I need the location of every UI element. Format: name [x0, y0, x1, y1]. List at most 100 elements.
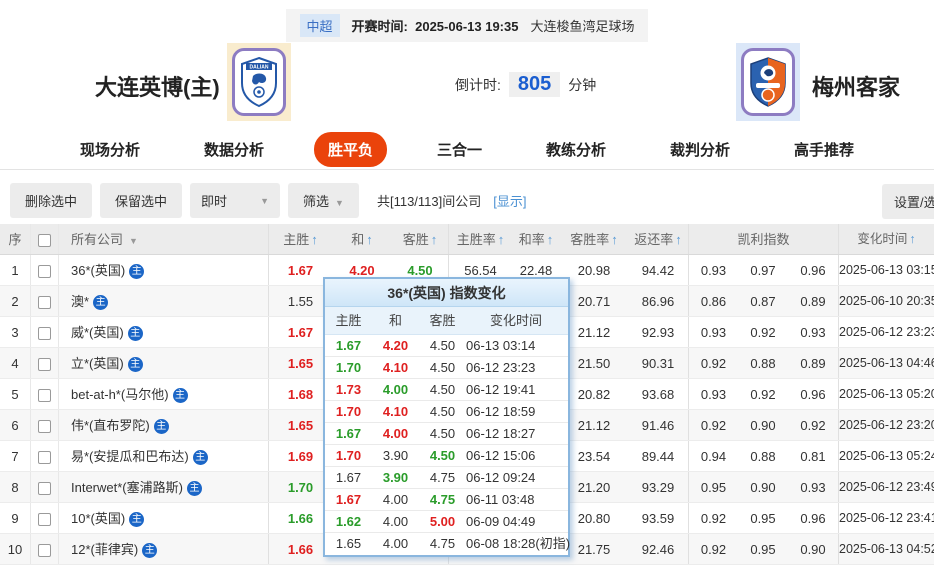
change-time-value: 2025-06-12 23:49: [838, 472, 934, 502]
svg-text:DALIAN: DALIAN: [250, 65, 269, 71]
header-home-odds[interactable]: 主胜 ↑: [268, 224, 332, 254]
row-checkbox-cell: [30, 534, 58, 564]
header-away-odds[interactable]: 客胜 ↑: [392, 224, 448, 254]
chevron-down-icon: ▼: [335, 198, 344, 208]
nav-tab[interactable]: 教练分析: [532, 132, 620, 167]
header-company[interactable]: 所有公司 ▼: [58, 224, 268, 254]
return-rate-value: 89.44: [641, 449, 675, 464]
nav-tab[interactable]: 现场分析: [66, 132, 154, 167]
row-checkbox[interactable]: [38, 513, 51, 527]
home-team-crest-icon: DALIAN: [232, 48, 286, 116]
odds-page: 中超 开赛时间: 2025-06-13 19:35 大连梭鱼湾足球场 大连英博(…: [0, 0, 934, 566]
keep-selected-button[interactable]: 保留选中: [100, 183, 183, 218]
row-checkbox-cell: [30, 317, 58, 347]
row-checkbox-cell: [30, 472, 58, 502]
popup-row: 1.67 4.00 4.75 06-11 03:48: [325, 489, 568, 511]
row-checkbox[interactable]: [38, 358, 51, 372]
row-checkbox[interactable]: [38, 544, 51, 558]
row-checkbox[interactable]: [38, 327, 51, 341]
away-rate-value: 20.98: [577, 263, 611, 278]
kelly-away-value: 0.96: [800, 511, 826, 526]
chevron-down-icon: ▼: [129, 236, 138, 246]
delete-selected-button[interactable]: 删除选中: [10, 183, 93, 218]
header-return-rate[interactable]: 返还率 ↑: [628, 224, 688, 254]
company-cell[interactable]: 威*(英国) 主: [58, 317, 268, 347]
header-draw-odds[interactable]: 和 ↑: [332, 224, 392, 254]
kelly-draw-value: 0.97: [750, 263, 776, 278]
popup-home-odds: 1.70: [335, 360, 362, 375]
countdown: 倒计时: 805 分钟: [455, 72, 596, 97]
filter-dropdown[interactable]: 筛选 ▼: [288, 183, 359, 218]
nav-tab[interactable]: 高手推荐: [780, 132, 868, 167]
company-name: 易*(安提瓜和巴布达): [71, 449, 189, 464]
row-checkbox[interactable]: [38, 265, 51, 279]
row-checkbox-cell: [30, 286, 58, 316]
sort-up-icon: ↑: [611, 232, 618, 247]
away-rate-value: 21.12: [577, 325, 611, 340]
return-rate-value: 90.31: [641, 356, 675, 371]
table-toolbar: 删除选中 保留选中 即时 ▼ 筛选 ▼ 共[113/113]间公司 [显示] 设置/…: [10, 183, 934, 219]
company-cell[interactable]: 澳* 主: [58, 286, 268, 316]
popup-header-draw: 和: [388, 313, 402, 328]
popup-row: 1.62 4.00 5.00 06-09 04:49: [325, 511, 568, 533]
show-link[interactable]: [显示]: [493, 191, 526, 210]
header-away-rate[interactable]: 客胜率 ↑: [560, 224, 628, 254]
nav-tab[interactable]: 胜平负: [313, 132, 387, 167]
header-home-rate[interactable]: 主胜率 ↑: [448, 224, 512, 254]
analysis-nav: 现场分析 数据分析 胜平负 三合一 教练分析 裁判分析 高手推荐: [0, 130, 934, 170]
nav-tab[interactable]: 三合一: [423, 132, 496, 167]
row-checkbox-cell: [30, 348, 58, 378]
popup-away-odds: 4.75: [429, 470, 456, 485]
company-cell[interactable]: 36*(英国) 主: [58, 255, 268, 285]
sort-up-icon: ↑: [675, 232, 682, 247]
kelly-draw-value: 0.88: [750, 449, 776, 464]
away-rate-value: 23.54: [577, 449, 611, 464]
row-checkbox-cell: [30, 503, 58, 533]
company-cell[interactable]: 伟*(直布罗陀) 主: [58, 410, 268, 440]
odds-table-header: 序 所有公司 ▼ 主胜 ↑ 和 ↑ 客胜 ↑ 主胜率 ↑ 和率 ↑ 客胜率 ↑ 返还率 ↑ 凯利…: [0, 224, 934, 255]
instant-dropdown[interactable]: 即时 ▼: [190, 183, 281, 218]
popup-draw-odds: 4.00: [382, 382, 409, 397]
popup-change-time: 06-12 09:24: [466, 470, 536, 485]
change-time-value: 2025-06-13 05:24: [838, 441, 934, 471]
company-name: 威*(英国): [71, 325, 124, 340]
nav-tab[interactable]: 数据分析: [190, 132, 278, 167]
popup-away-odds: 4.50: [429, 404, 456, 419]
company-cell[interactable]: Interwet*(塞浦路斯) 主: [58, 472, 268, 502]
away-rate-value: 20.71: [577, 294, 611, 309]
kelly-home-value: 0.95: [688, 472, 738, 502]
company-name: 伟*(直布罗陀): [71, 418, 150, 433]
row-seq: 5: [11, 387, 19, 402]
header-change-time[interactable]: 变化时间 ↑: [838, 224, 934, 254]
kelly-away-value: 0.93: [800, 480, 826, 495]
away-rate-value: 21.20: [577, 480, 611, 495]
row-checkbox[interactable]: [38, 451, 51, 465]
row-checkbox[interactable]: [38, 482, 51, 496]
popup-draw-odds: 4.10: [382, 360, 409, 375]
home-mark-icon: 主: [129, 264, 145, 279]
row-checkbox[interactable]: [38, 420, 51, 434]
league-badge[interactable]: 中超: [299, 14, 340, 37]
nav-tab[interactable]: 裁判分析: [656, 132, 744, 167]
row-seq: 10: [7, 542, 23, 557]
company-cell[interactable]: 10*(英国) 主: [58, 503, 268, 533]
row-checkbox[interactable]: [38, 389, 51, 403]
company-cell[interactable]: bet-at-h*(马尔他) 主: [58, 379, 268, 409]
popup-away-odds: 4.50: [429, 338, 456, 353]
popup-change-time: 06-11 03:48: [466, 492, 535, 507]
return-rate-value: 92.93: [641, 325, 675, 340]
popup-away-odds: 4.75: [429, 492, 456, 507]
away-team-name: 梅州客家: [812, 75, 901, 100]
header-draw-rate[interactable]: 和率 ↑: [512, 224, 560, 254]
sort-up-icon: ↑: [909, 232, 916, 246]
settings-button[interactable]: 设置/选: [882, 184, 934, 219]
popup-header: 主胜 和 客胜 变化时间: [325, 307, 568, 335]
company-cell[interactable]: 12*(菲律宾) 主: [58, 534, 268, 564]
company-cell[interactable]: 易*(安提瓜和巴布达) 主: [58, 441, 268, 471]
row-seq: 2: [11, 294, 19, 309]
row-checkbox[interactable]: [38, 296, 51, 310]
home-team-logo: DALIAN: [227, 43, 291, 121]
company-cell[interactable]: 立*(英国) 主: [58, 348, 268, 378]
select-all-checkbox[interactable]: [38, 234, 51, 248]
popup-draw-odds: 3.90: [382, 448, 409, 463]
